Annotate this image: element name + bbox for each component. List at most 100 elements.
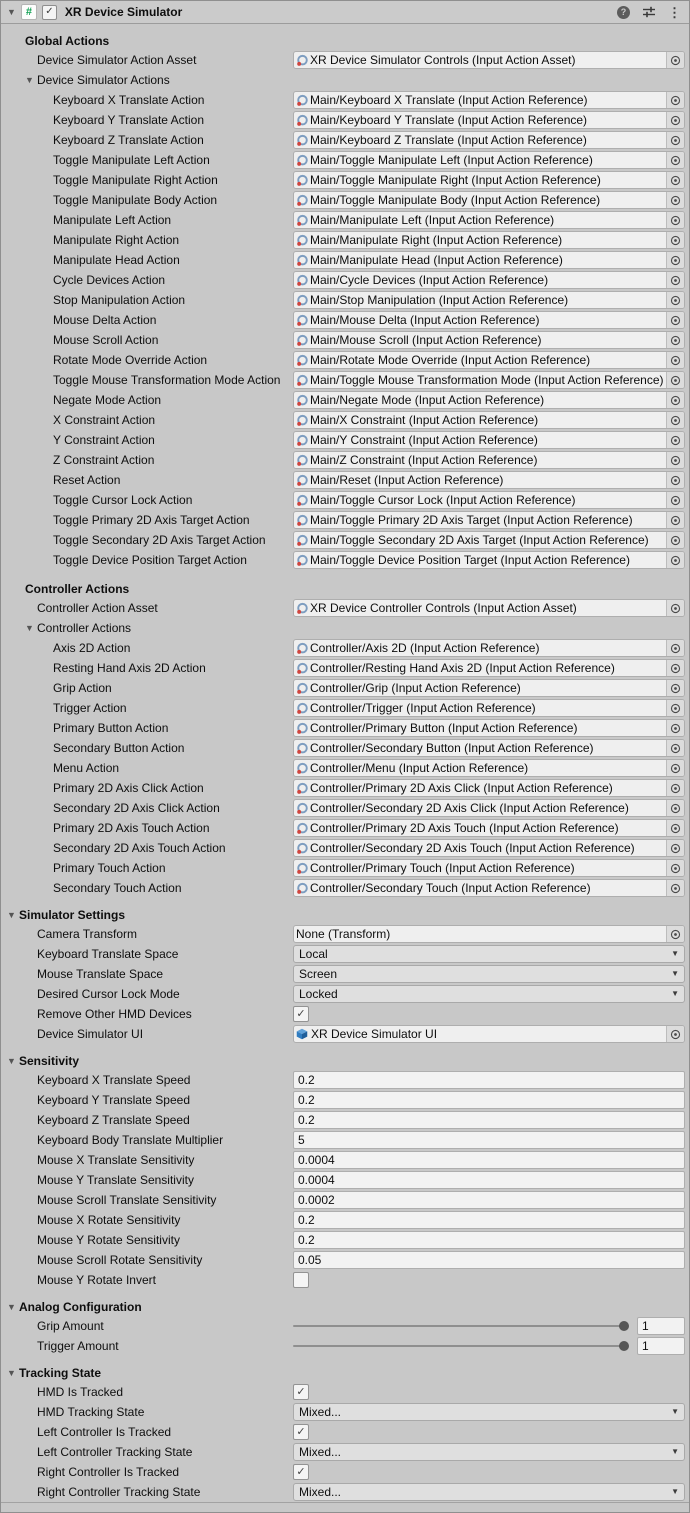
object-field-toggle-cursor-lock-action[interactable]: Main/Toggle Cursor Lock (Input Action Re… bbox=[293, 491, 685, 509]
field-label-device-simulator-actions[interactable]: Device Simulator Actions bbox=[37, 73, 293, 87]
slider-track-grip-amount[interactable] bbox=[293, 1325, 629, 1327]
number-field-mouse-y-translate-sensitivity[interactable]: 0.0004 bbox=[293, 1171, 685, 1189]
object-field-keyboard-z-translate-action[interactable]: Main/Keyboard Z Translate (Input Action … bbox=[293, 131, 685, 149]
object-picker-icon[interactable] bbox=[666, 212, 684, 228]
number-field-mouse-scroll-translate-sensitivity[interactable]: 0.0002 bbox=[293, 1191, 685, 1209]
object-field-grip-action[interactable]: Controller/Grip (Input Action Reference) bbox=[293, 679, 685, 697]
object-field-mouse-scroll-action[interactable]: Main/Mouse Scroll (Input Action Referenc… bbox=[293, 331, 685, 349]
object-field-keyboard-y-translate-action[interactable]: Main/Keyboard Y Translate (Input Action … bbox=[293, 111, 685, 129]
presets-icon[interactable] bbox=[642, 6, 656, 18]
dropdown-desired-cursor-lock-mode[interactable]: Locked▼ bbox=[293, 985, 685, 1003]
object-picker-icon[interactable] bbox=[666, 292, 684, 308]
object-field-negate-mode-action[interactable]: Main/Negate Mode (Input Action Reference… bbox=[293, 391, 685, 409]
object-field-primary-2d-axis-click-action[interactable]: Controller/Primary 2D Axis Click (Input … bbox=[293, 779, 685, 797]
object-picker-icon[interactable] bbox=[666, 552, 684, 568]
object-field-menu-action[interactable]: Controller/Menu (Input Action Reference) bbox=[293, 759, 685, 777]
object-field-device-simulator-ui[interactable]: XR Device Simulator UI bbox=[293, 1025, 685, 1043]
object-picker-icon[interactable] bbox=[666, 272, 684, 288]
object-field-secondary-2d-axis-click-action[interactable]: Controller/Secondary 2D Axis Click (Inpu… bbox=[293, 799, 685, 817]
checkbox-hmd-is-tracked[interactable]: ✓ bbox=[293, 1384, 309, 1400]
object-field-primary-touch-action[interactable]: Controller/Primary Touch (Input Action R… bbox=[293, 859, 685, 877]
object-picker-icon[interactable] bbox=[666, 660, 684, 676]
kebab-menu-icon[interactable]: ⋮ bbox=[668, 6, 681, 19]
object-picker-icon[interactable] bbox=[666, 412, 684, 428]
object-picker-icon[interactable] bbox=[666, 640, 684, 656]
object-field-keyboard-x-translate-action[interactable]: Main/Keyboard X Translate (Input Action … bbox=[293, 91, 685, 109]
dropdown-left-controller-tracking-state[interactable]: Mixed...▼ bbox=[293, 1443, 685, 1461]
object-picker-icon[interactable] bbox=[666, 112, 684, 128]
object-field-secondary-2d-axis-touch-action[interactable]: Controller/Secondary 2D Axis Touch (Inpu… bbox=[293, 839, 685, 857]
object-picker-icon[interactable] bbox=[666, 880, 684, 896]
object-field-toggle-manipulate-right-action[interactable]: Main/Toggle Manipulate Right (Input Acti… bbox=[293, 171, 685, 189]
checkbox-right-controller-is-tracked[interactable]: ✓ bbox=[293, 1464, 309, 1480]
checkbox-remove-other-hmd-devices[interactable]: ✓ bbox=[293, 1006, 309, 1022]
dropdown-keyboard-translate-space[interactable]: Local▼ bbox=[293, 945, 685, 963]
object-picker-icon[interactable] bbox=[666, 680, 684, 696]
foldout-arrow-icon[interactable]: ▼ bbox=[25, 76, 37, 85]
object-field-toggle-mouse-transformation-mode-action[interactable]: Main/Toggle Mouse Transformation Mode (I… bbox=[293, 371, 685, 389]
object-field-manipulate-head-action[interactable]: Main/Manipulate Head (Input Action Refer… bbox=[293, 251, 685, 269]
object-field-primary-button-action[interactable]: Controller/Primary Button (Input Action … bbox=[293, 719, 685, 737]
object-picker-icon[interactable] bbox=[666, 132, 684, 148]
field-label-controller-actions[interactable]: Controller Actions bbox=[37, 621, 293, 635]
object-picker-icon[interactable] bbox=[666, 372, 684, 388]
number-field-keyboard-x-translate-speed[interactable]: 0.2 bbox=[293, 1071, 685, 1089]
slider-value-grip-amount[interactable]: 1 bbox=[637, 1317, 685, 1335]
object-picker-icon[interactable] bbox=[666, 926, 684, 942]
object-field-stop-manipulation-action[interactable]: Main/Stop Manipulation (Input Action Ref… bbox=[293, 291, 685, 309]
object-field-controller-action-asset[interactable]: XR Device Controller Controls (Input Act… bbox=[293, 599, 685, 617]
object-field-toggle-primary-2d-axis-target-action[interactable]: Main/Toggle Primary 2D Axis Target (Inpu… bbox=[293, 511, 685, 529]
object-picker-icon[interactable] bbox=[666, 352, 684, 368]
object-picker-icon[interactable] bbox=[666, 760, 684, 776]
help-icon[interactable]: ? bbox=[617, 6, 630, 19]
foldout-arrow-icon[interactable]: ▼ bbox=[25, 624, 37, 633]
number-field-mouse-x-translate-sensitivity[interactable]: 0.0004 bbox=[293, 1151, 685, 1169]
object-picker-icon[interactable] bbox=[666, 192, 684, 208]
object-picker-icon[interactable] bbox=[666, 492, 684, 508]
dropdown-hmd-tracking-state[interactable]: Mixed...▼ bbox=[293, 1403, 685, 1421]
component-header[interactable]: ▼ # ✓ XR Device Simulator ? ⋮ bbox=[1, 1, 689, 24]
number-field-keyboard-body-translate-multiplier[interactable]: 5 bbox=[293, 1131, 685, 1149]
object-picker-icon[interactable] bbox=[666, 252, 684, 268]
object-field-toggle-manipulate-body-action[interactable]: Main/Toggle Manipulate Body (Input Actio… bbox=[293, 191, 685, 209]
object-picker-icon[interactable] bbox=[666, 152, 684, 168]
number-field-mouse-scroll-rotate-sensitivity[interactable]: 0.05 bbox=[293, 1251, 685, 1269]
foldout-arrow-icon[interactable]: ▼ bbox=[7, 1369, 19, 1378]
object-picker-icon[interactable] bbox=[666, 800, 684, 816]
foldout-arrow-icon[interactable]: ▼ bbox=[7, 1057, 19, 1066]
object-field-camera-transform[interactable]: None (Transform) bbox=[293, 925, 685, 943]
slider-value-trigger-amount[interactable]: 1 bbox=[637, 1337, 685, 1355]
number-field-mouse-y-rotate-sensitivity[interactable]: 0.2 bbox=[293, 1231, 685, 1249]
object-picker-icon[interactable] bbox=[666, 452, 684, 468]
object-field-y-constraint-action[interactable]: Main/Y Constraint (Input Action Referenc… bbox=[293, 431, 685, 449]
dropdown-right-controller-tracking-state[interactable]: Mixed...▼ bbox=[293, 1483, 685, 1501]
object-picker-icon[interactable] bbox=[666, 820, 684, 836]
object-field-x-constraint-action[interactable]: Main/X Constraint (Input Action Referenc… bbox=[293, 411, 685, 429]
object-picker-icon[interactable] bbox=[666, 52, 684, 68]
object-field-secondary-button-action[interactable]: Controller/Secondary Button (Input Actio… bbox=[293, 739, 685, 757]
object-field-rotate-mode-override-action[interactable]: Main/Rotate Mode Override (Input Action … bbox=[293, 351, 685, 369]
object-picker-icon[interactable] bbox=[666, 780, 684, 796]
object-field-axis-2d-action[interactable]: Controller/Axis 2D (Input Action Referen… bbox=[293, 639, 685, 657]
object-field-resting-hand-axis-2d-action[interactable]: Controller/Resting Hand Axis 2D (Input A… bbox=[293, 659, 685, 677]
foldout-arrow-icon[interactable]: ▼ bbox=[7, 1303, 19, 1312]
object-picker-icon[interactable] bbox=[666, 740, 684, 756]
object-picker-icon[interactable] bbox=[666, 700, 684, 716]
object-picker-icon[interactable] bbox=[666, 532, 684, 548]
checkbox-left-controller-is-tracked[interactable]: ✓ bbox=[293, 1424, 309, 1440]
object-picker-icon[interactable] bbox=[666, 172, 684, 188]
object-picker-icon[interactable] bbox=[666, 1026, 684, 1042]
component-enabled-checkbox[interactable]: ✓ bbox=[42, 5, 57, 20]
number-field-keyboard-z-translate-speed[interactable]: 0.2 bbox=[293, 1111, 685, 1129]
object-picker-icon[interactable] bbox=[666, 860, 684, 876]
number-field-mouse-x-rotate-sensitivity[interactable]: 0.2 bbox=[293, 1211, 685, 1229]
object-field-manipulate-right-action[interactable]: Main/Manipulate Right (Input Action Refe… bbox=[293, 231, 685, 249]
object-picker-icon[interactable] bbox=[666, 392, 684, 408]
object-picker-icon[interactable] bbox=[666, 600, 684, 616]
object-field-mouse-delta-action[interactable]: Main/Mouse Delta (Input Action Reference… bbox=[293, 311, 685, 329]
object-field-trigger-action[interactable]: Controller/Trigger (Input Action Referen… bbox=[293, 699, 685, 717]
object-picker-icon[interactable] bbox=[666, 92, 684, 108]
object-picker-icon[interactable] bbox=[666, 472, 684, 488]
component-foldout-icon[interactable]: ▼ bbox=[7, 8, 16, 17]
checkbox-mouse-y-rotate-invert[interactable] bbox=[293, 1272, 309, 1288]
